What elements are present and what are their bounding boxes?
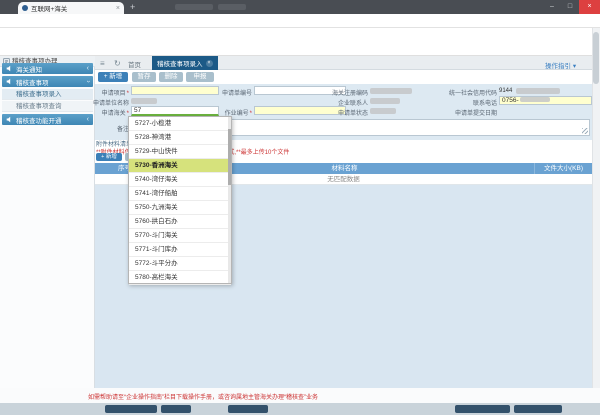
sidebar-item-audit-entry[interactable]: 稽核查事项录入 [2,89,93,100]
redacted-status-value [370,108,396,114]
taskbar [0,403,600,415]
speaker-icon [6,116,13,123]
dropdown-option[interactable]: 5760-拱白石办 [129,215,231,229]
dropdown-option[interactable]: 5728-神湾港 [129,131,231,145]
new-tab-button[interactable]: + [130,2,135,12]
menu-toggle-icon[interactable]: ≡ [100,59,105,68]
attachment-add-button[interactable]: + 新增 [96,153,122,161]
taskbar-item [228,405,268,413]
status-label: 申请单状态 [338,108,368,117]
chevron-left-icon: ‹ [87,65,89,72]
redacted-chrome-item [175,4,213,10]
page-scrollbar[interactable] [592,28,600,403]
chevron-down-icon: › [84,80,91,82]
column-header-file-size: 文件大小(KB) [535,163,592,174]
job-no-field[interactable] [254,106,346,115]
dropdown-option[interactable]: 5770-斗门海关 [129,229,231,243]
apply-item-field[interactable] [131,86,219,95]
window-minimize-button[interactable]: – [543,0,561,14]
customs-reg-code-label: 海关注册编码 [332,88,368,97]
scrollbar-thumb[interactable] [228,129,231,185]
dropdown-option[interactable]: 5741-湾仔船舶 [129,187,231,201]
apply-customs-label: 申请海关* [102,108,129,117]
resize-grip[interactable] [582,128,588,134]
dropdown-option[interactable]: 5771-斗门库办 [129,243,231,257]
company-name-label: 申请单位名称 [93,98,129,107]
tab-audit-entry-active[interactable]: 稽核查事项录入 × [152,56,218,70]
caret-down-icon: ▾ [573,63,576,70]
browser-tab-title: 互联网+海关 [31,3,114,13]
dropdown-option[interactable]: 5772-斗平分办 [129,257,231,271]
redacted-customs-reg-code [370,88,412,94]
dropdown-option[interactable]: 5727-小榄港 [129,117,231,131]
redacted-company-name [131,98,157,104]
window-maximize-button[interactable]: □ [561,0,579,14]
tab-close-icon[interactable]: × [206,60,213,67]
footer-note: 如需帮助请至“企业操作指南”栏目下载操作手册，或咨询属地主管海关办理“稽核查”业… [88,392,318,401]
favicon [22,5,28,11]
submit-date-label: 申请单提交日期 [455,108,497,117]
redacted-credit-code [516,88,560,94]
apply-no-label: 申请单编号 [222,88,252,97]
redacted-chrome-item [218,4,246,10]
customs-office-dropdown: 5727-小榄港 5728-神湾港 5729-中山快件 5730-香洲海关 57… [128,116,232,284]
tab-close-icon[interactable]: × [116,5,120,12]
credit-code-label: 统一社会信用代码 [449,88,497,97]
taskbar-item [161,405,191,413]
dropdown-option[interactable]: 5729-中山快件 [129,145,231,159]
dropdown-option[interactable]: 5740-湾仔海关 [129,173,231,187]
help-guide-link[interactable]: 操作指引 ▾ [545,60,576,70]
browser-tab[interactable]: 互联网+海关 × [18,2,124,14]
sidebar-item-customs-notice[interactable]: 海关通知 ‹ [2,63,93,74]
page-header: 互联网+海关 internet plus of customs 稽核查事项办理 … [0,28,600,56]
tab-home[interactable]: 首页 [128,59,141,69]
redacted-phone [520,97,550,102]
taskbar-item [105,405,157,413]
redacted-contact [370,98,400,104]
browser-address-bar: ← → ↻ customs.chinaport.gov.cn/deskserve… [0,14,600,28]
sidebar-item-audit-function-open[interactable]: 稽核查功能开通 ‹ [2,114,93,125]
speaker-icon [6,65,13,72]
taskbar-item [514,405,562,413]
sidebar-item-audit-query[interactable]: 稽核查事项查询 [2,101,93,112]
browser-window: 互联网+海关 × + – □ × ← → ↻ customs.chinaport… [0,0,600,415]
browser-tab-strip: 互联网+海关 × + – □ × [0,0,600,14]
declare-button[interactable]: 申报 [186,72,214,82]
window-close-button[interactable]: × [579,0,600,14]
phone-label: 联系电话 [473,98,497,107]
credit-code-value: 9144 [499,88,512,94]
delete-button[interactable]: 删除 [159,72,183,82]
sidebar-item-audit-matters[interactable]: 稽核查事项 › [2,76,93,87]
refresh-tabs-icon[interactable]: ↻ [114,59,121,68]
page-scrollbar-thumb[interactable] [593,32,599,84]
apply-item-label: 申请项目* [102,88,129,97]
taskbar-item [455,405,510,413]
dropdown-option[interactable]: 5780-高栏海关 [129,271,231,285]
temp-save-button[interactable]: 暂存 [132,72,156,82]
speaker-icon [6,78,13,85]
dropdown-scrollbar[interactable] [228,117,231,283]
dropdown-option-selected[interactable]: 5730-香洲海关 [129,159,231,173]
dropdown-option[interactable]: 5750-九洲海关 [129,201,231,215]
add-button[interactable]: + 新增 [98,72,128,82]
apply-customs-input[interactable]: 57 [131,106,219,116]
phone-field[interactable]: 0756- [499,96,592,105]
chevron-left-icon: ‹ [87,116,89,123]
